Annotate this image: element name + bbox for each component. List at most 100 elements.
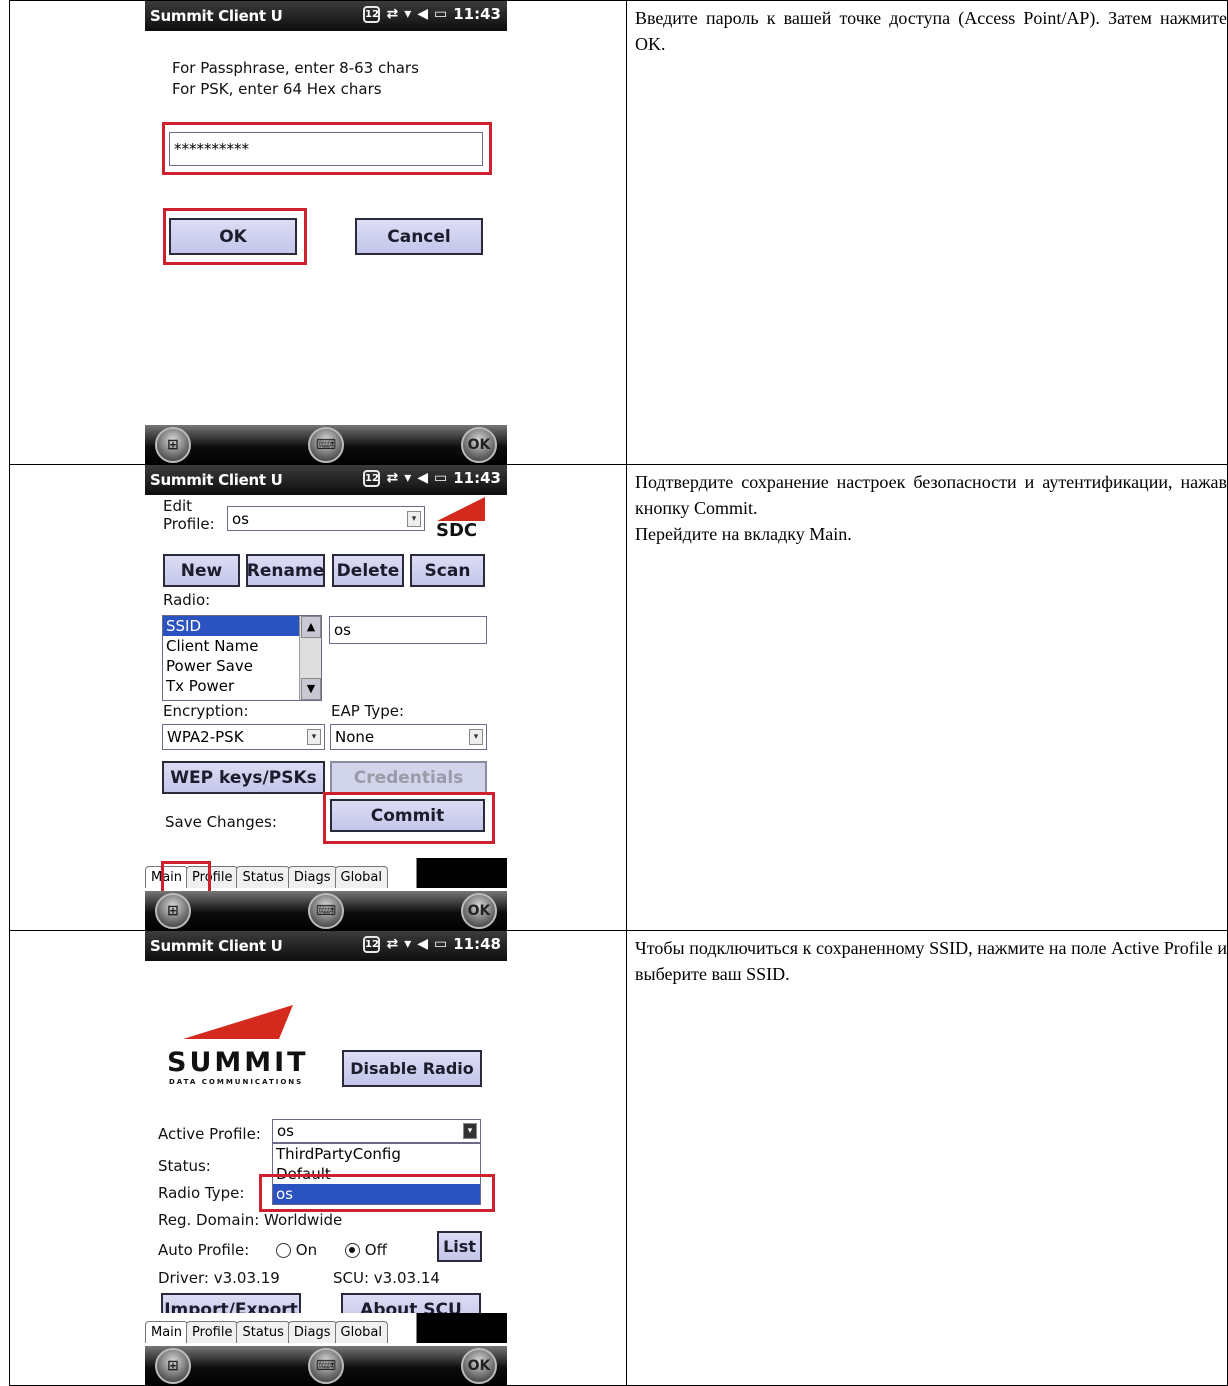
radio-off-button[interactable] <box>345 1243 360 1258</box>
list-button[interactable]: List <box>437 1231 482 1262</box>
notification-badge: 12 <box>363 5 381 23</box>
hint-line-1: For Passphrase, enter 8-63 chars <box>172 59 419 77</box>
ok-softkey[interactable]: OK <box>461 1348 497 1384</box>
signal-icon: ▾ <box>404 6 412 22</box>
tab-diags[interactable]: Diags <box>287 1321 337 1343</box>
dropdown-option[interactable]: Default <box>273 1164 480 1184</box>
tab-main[interactable]: Main <box>145 866 189 888</box>
notification-badge: 12 <box>363 469 381 487</box>
chevron-down-icon: ▾ <box>469 729 483 745</box>
chevron-up-icon[interactable]: ▲ <box>301 616 321 638</box>
list-item[interactable]: Client Name <box>163 636 321 656</box>
eap-type-label: EAP Type: <box>331 702 405 720</box>
scan-button[interactable]: Scan <box>410 554 485 587</box>
active-profile-label: Active Profile: <box>158 1125 261 1143</box>
disable-radio-button[interactable]: Disable Radio <box>342 1050 482 1087</box>
windows-start-icon[interactable]: ⊞ <box>155 1348 191 1384</box>
eap-type-select[interactable]: None ▾ <box>330 724 487 750</box>
profile-select-value: os <box>232 509 249 528</box>
password-input[interactable]: ********** <box>169 132 483 166</box>
list-item[interactable]: Tx Power <box>163 676 321 696</box>
instruction-text: Введите пароль к вашей точке доступа (Ac… <box>635 8 1227 54</box>
new-button[interactable]: New <box>163 554 240 587</box>
instruction-table: Summit Client U 12 ⇄ ▾ ◀ ▭ 11:43 For Pas… <box>9 0 1228 1386</box>
battery-icon: ▭ <box>434 936 448 952</box>
tab-status[interactable]: Status <box>236 1321 290 1343</box>
instruction-cell: Чтобы подключиться к сохраненному SSID, … <box>626 930 1228 1386</box>
status-bar: Summit Client U 12 ⇄ ▾ ◀ ▭ 11:43 <box>145 465 507 495</box>
hint-line-2: For PSK, enter 64 Hex chars <box>172 80 382 98</box>
save-changes-label: Save Changes: <box>165 813 277 831</box>
wep-keys-button[interactable]: WEP keys/PSKs <box>162 761 325 794</box>
credentials-button[interactable]: Credentials <box>330 761 487 794</box>
speaker-icon: ◀ <box>417 470 429 486</box>
encryption-label: Encryption: <box>163 702 249 720</box>
summit-logo-icon <box>183 1005 293 1039</box>
ok-button[interactable]: OK <box>169 218 297 255</box>
chevron-down-icon: ▾ <box>307 729 321 745</box>
instruction-text: Подтвердите сохранение настроек безопасн… <box>635 472 1227 518</box>
ok-softkey[interactable]: OK <box>461 427 497 463</box>
screenshot-cell: Summit Client U 12 ⇄ ▾ ◀ ▭ 11:43 Edit Pr… <box>9 464 627 931</box>
screenshot-cell: Summit Client U 12 ⇄ ▾ ◀ ▭ 11:48 SUMMIT … <box>9 930 627 1386</box>
softkey-bar: ⊞ ⌨ OK <box>145 1346 507 1386</box>
profile-label: Profile: <box>163 515 215 533</box>
list-item[interactable]: Power Save <box>163 656 321 676</box>
encryption-select[interactable]: WPA2-PSK ▾ <box>162 724 325 750</box>
list-scrollbar[interactable]: ▲ ▼ <box>299 616 321 700</box>
sync-icon: ⇄ <box>386 936 399 952</box>
windows-start-icon[interactable]: ⊞ <box>155 427 191 463</box>
tab-bar: Main Profile Status Diags Global <box>145 1313 507 1343</box>
active-profile-dropdown[interactable]: ThirdPartyConfig Default os <box>272 1143 481 1205</box>
table-row: Summit Client U 12 ⇄ ▾ ◀ ▭ 11:43 For Pas… <box>9 0 1228 465</box>
tab-global[interactable]: Global <box>334 1321 389 1343</box>
auto-profile-off-option[interactable]: Off <box>345 1241 387 1259</box>
profile-select[interactable]: os ▾ <box>227 506 425 531</box>
softkey-bar: ⊞ ⌨ OK <box>145 425 507 465</box>
phone-screen-profile: Summit Client U 12 ⇄ ▾ ◀ ▭ 11:43 Edit Pr… <box>145 465 507 931</box>
keyboard-icon[interactable]: ⌨ <box>308 427 344 463</box>
radio-on-button[interactable] <box>276 1243 291 1258</box>
auto-profile-on-option[interactable]: On <box>276 1241 317 1259</box>
commit-button[interactable]: Commit <box>330 799 485 832</box>
dropdown-option[interactable]: ThirdPartyConfig <box>273 1144 480 1164</box>
battery-icon: ▭ <box>434 6 448 22</box>
battery-icon: ▭ <box>434 470 448 486</box>
rename-button[interactable]: Rename <box>246 554 325 587</box>
ssid-input[interactable]: os <box>329 616 487 644</box>
chevron-down-icon: ▾ <box>463 1123 477 1139</box>
sdc-logo-text: SDC <box>436 520 478 541</box>
tab-main[interactable]: Main <box>145 1321 189 1343</box>
windows-start-icon[interactable]: ⊞ <box>155 893 191 929</box>
status-bar: Summit Client U 12 ⇄ ▾ ◀ ▭ 11:43 <box>145 1 507 31</box>
status-label: Status: <box>158 1157 211 1175</box>
reg-domain-text: Reg. Domain: Worldwide <box>158 1211 343 1229</box>
phone-screen-passphrase: Summit Client U 12 ⇄ ▾ ◀ ▭ 11:43 For Pas… <box>145 1 507 465</box>
phone-screen-main: Summit Client U 12 ⇄ ▾ ◀ ▭ 11:48 SUMMIT … <box>145 931 507 1386</box>
signal-icon: ▾ <box>404 936 412 952</box>
app-title: Summit Client U <box>150 7 283 25</box>
active-profile-select[interactable]: os ▾ <box>272 1119 481 1143</box>
summit-logo-text: SUMMIT <box>167 1047 309 1078</box>
dropdown-option[interactable]: os <box>273 1184 480 1204</box>
keyboard-icon[interactable]: ⌨ <box>308 1348 344 1384</box>
app-title: Summit Client U <box>150 471 283 489</box>
tab-diags[interactable]: Diags <box>287 866 337 888</box>
tab-profile[interactable]: Profile <box>186 866 239 888</box>
ok-softkey[interactable]: OK <box>461 893 497 929</box>
radio-label: Radio: <box>163 591 211 609</box>
chevron-down-icon[interactable]: ▼ <box>301 678 321 700</box>
radio-type-label: Radio Type: <box>158 1184 245 1202</box>
radio-settings-list[interactable]: SSID Client Name Power Save Tx Power ▲ ▼ <box>162 615 322 701</box>
tab-global[interactable]: Global <box>334 866 389 888</box>
keyboard-icon[interactable]: ⌨ <box>308 893 344 929</box>
tab-profile[interactable]: Profile <box>186 1321 239 1343</box>
tab-status[interactable]: Status <box>236 866 290 888</box>
list-item[interactable]: SSID <box>163 616 321 636</box>
chevron-down-icon: ▾ <box>407 510 421 527</box>
on-label: On <box>295 1241 318 1259</box>
clock: 11:48 <box>453 935 501 953</box>
clock: 11:43 <box>453 5 501 23</box>
cancel-button[interactable]: Cancel <box>355 218 483 255</box>
delete-button[interactable]: Delete <box>332 554 404 587</box>
